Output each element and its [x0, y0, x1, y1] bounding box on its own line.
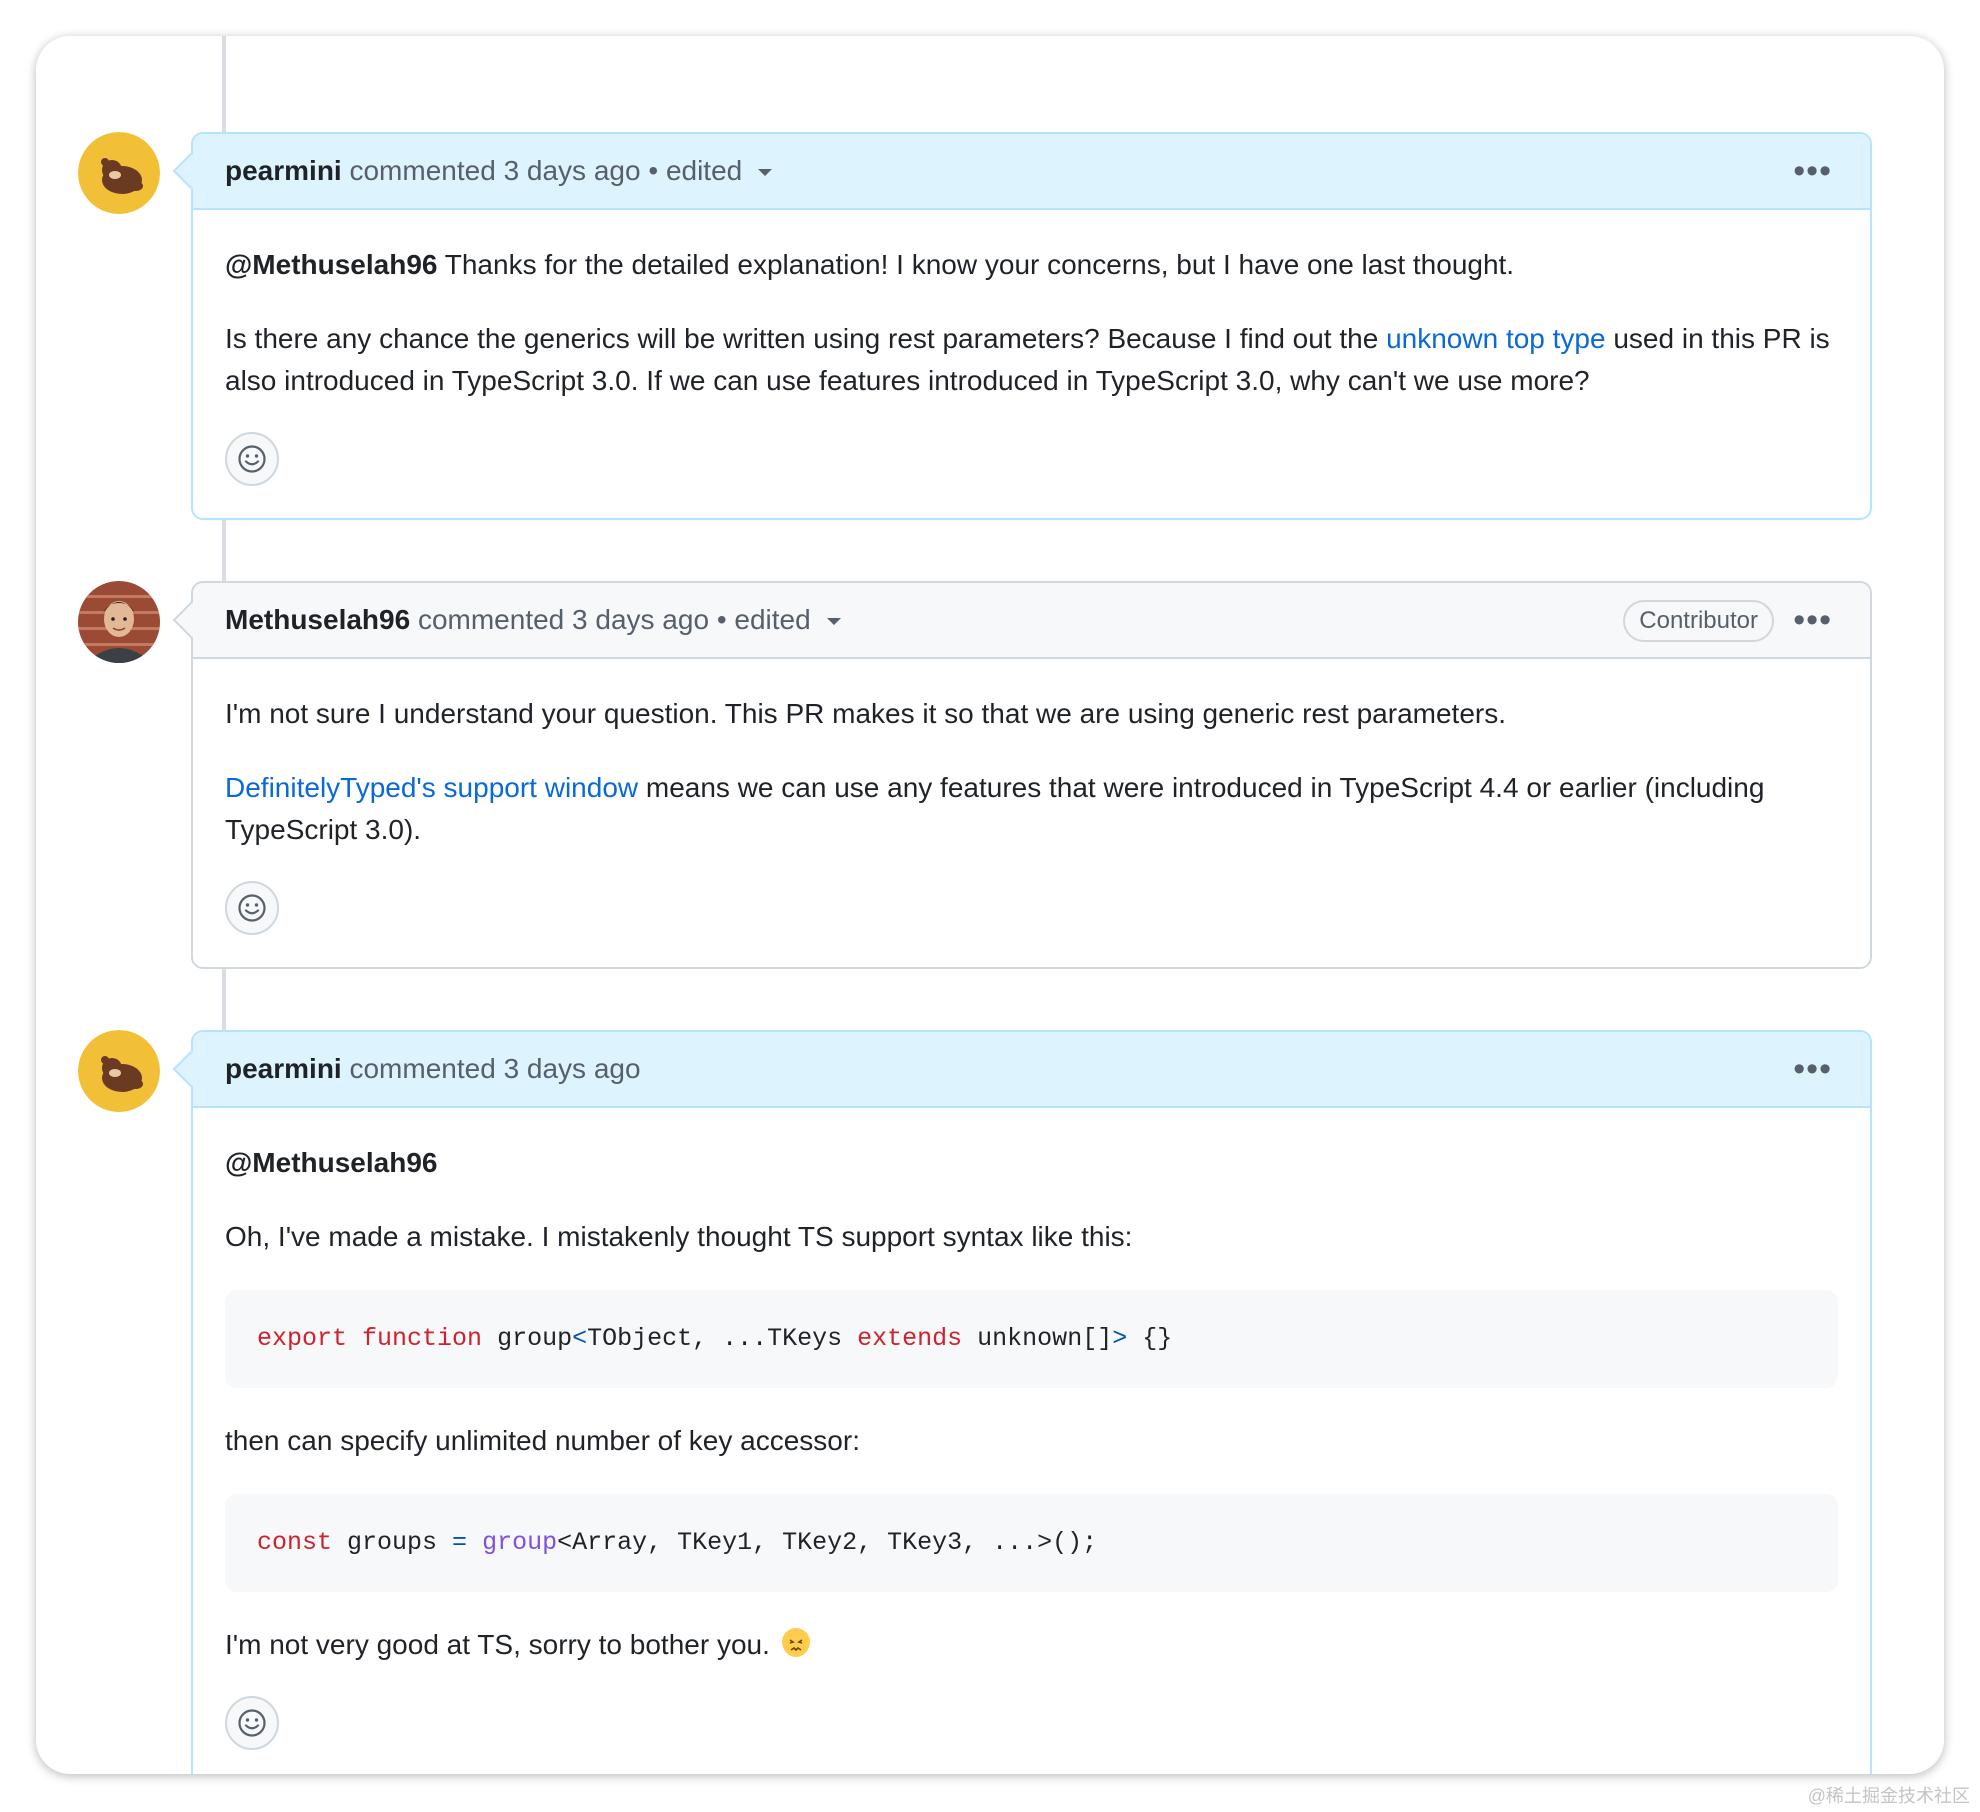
code-text: groups — [332, 1528, 453, 1557]
comment-time[interactable]: 3 days ago — [572, 604, 709, 635]
comment-box: pearmini commented 3 days ago • edited •… — [172, 132, 1872, 520]
unknown-top-type-link[interactable]: unknown top type — [1386, 323, 1606, 354]
comment-text: Oh, I've made a mistake. I mistakenly th… — [225, 1221, 1133, 1252]
add-reaction-button[interactable] — [225, 432, 279, 486]
code-keyword: const — [257, 1528, 333, 1557]
code-operator: < — [572, 1324, 588, 1353]
avatar-pearmini[interactable] — [78, 132, 160, 214]
code-block: const groups = group<Array, TKey1, TKey2… — [225, 1494, 1838, 1592]
support-window-link[interactable]: DefinitelyTyped's support window — [225, 772, 638, 803]
code-text: unknown[] — [962, 1324, 1113, 1353]
code-operator: = — [452, 1528, 468, 1557]
mention-link[interactable]: @Methuselah96 — [225, 249, 437, 280]
kebab-menu-icon[interactable]: ••• — [1793, 1032, 1832, 1106]
comment-box: Methuselah96 commented 3 days ago • edit… — [172, 581, 1872, 969]
add-reaction-button[interactable] — [225, 881, 279, 935]
comment-action: commented — [349, 1053, 496, 1084]
code-function: group — [482, 1528, 558, 1557]
comment-body: @Methuselah96 Thanks for the detailed ex… — [193, 210, 1870, 510]
avatar-methuselah96[interactable] — [78, 581, 160, 663]
comment-text: I'm not sure I understand your question.… — [225, 698, 1506, 729]
comment-paragraph: I'm not very good at TS, sorry to bother… — [225, 1624, 1838, 1666]
edited-label[interactable]: edited — [734, 604, 810, 635]
kebab-menu-icon[interactable]: ••• — [1793, 134, 1832, 208]
comment-text: Is there any chance the generics will be… — [225, 323, 1387, 354]
comment-text: Thanks for the detailed explanation! I k… — [437, 249, 1515, 280]
avatar-pearmini[interactable] — [78, 1030, 160, 1112]
kebab-menu-icon[interactable]: ••• — [1793, 583, 1832, 657]
code-text: {} — [1127, 1324, 1173, 1353]
code-text: <Array, TKey1, TKey2, TKey3, ...>(); — [557, 1528, 1098, 1557]
confounded-face-icon — [781, 1628, 810, 1657]
comment-paragraph: @Methuselah96 — [225, 1142, 1838, 1184]
comment-text: then can specify unlimited number of key… — [225, 1425, 860, 1456]
smiley-icon — [238, 445, 266, 473]
comment-body: I'm not sure I understand your question.… — [193, 659, 1870, 959]
comment-action: commented — [349, 155, 496, 186]
code-keyword: extends — [857, 1324, 963, 1353]
comment-text: I'm not very good at TS, sorry to bother… — [225, 1629, 770, 1660]
comment-time[interactable]: 3 days ago — [504, 1053, 641, 1084]
code-text: TObject, ...TKeys — [587, 1324, 858, 1353]
smiley-icon — [238, 1709, 266, 1737]
edited-marker: • — [716, 604, 727, 635]
smiley-icon — [238, 894, 266, 922]
comment-box: pearmini commented 3 days ago ••• @Methu… — [172, 1030, 1872, 1774]
comment-time[interactable]: 3 days ago — [504, 155, 641, 186]
code-keyword: function — [362, 1324, 483, 1353]
edited-label[interactable]: edited — [666, 155, 742, 186]
comment-paragraph: Oh, I've made a mistake. I mistakenly th… — [225, 1216, 1838, 1258]
code-keyword: export — [257, 1324, 348, 1353]
timeline-card: pearmini commented 3 days ago • edited •… — [36, 36, 1944, 1774]
contributor-badge: Contributor — [1623, 600, 1774, 642]
code-text: group — [482, 1324, 573, 1353]
comment-body: @Methuselah96 Oh, I've made a mistake. I… — [193, 1108, 1870, 1774]
code-operator: > — [1112, 1324, 1128, 1353]
chevron-down-icon[interactable] — [758, 169, 773, 177]
comment-author[interactable]: pearmini — [225, 155, 342, 186]
code-block: export function group<TObject, ...TKeys … — [225, 1290, 1838, 1388]
mention-link[interactable]: @Methuselah96 — [225, 1147, 437, 1178]
edited-marker: • — [648, 155, 659, 186]
comment-header: pearmini commented 3 days ago ••• — [193, 1032, 1870, 1108]
comment-paragraph: then can specify unlimited number of key… — [225, 1420, 1838, 1462]
chevron-down-icon[interactable] — [826, 618, 841, 626]
comment-action: commented — [417, 604, 565, 635]
add-reaction-button[interactable] — [225, 1696, 279, 1750]
comment-paragraph: I'm not sure I understand your question.… — [225, 693, 1838, 735]
comment-author[interactable]: pearmini — [225, 1053, 342, 1084]
comment-paragraph: DefinitelyTyped's support window means w… — [225, 767, 1838, 851]
comment-author[interactable]: Methuselah96 — [225, 604, 410, 635]
comment-paragraph: @Methuselah96 Thanks for the detailed ex… — [225, 244, 1838, 286]
comment-header: Methuselah96 commented 3 days ago • edit… — [193, 583, 1870, 659]
comment-header: pearmini commented 3 days ago • edited •… — [193, 134, 1870, 210]
watermark: @稀土掘金技术社区 — [1807, 1786, 1970, 1806]
comment-paragraph: Is there any chance the generics will be… — [225, 318, 1838, 402]
